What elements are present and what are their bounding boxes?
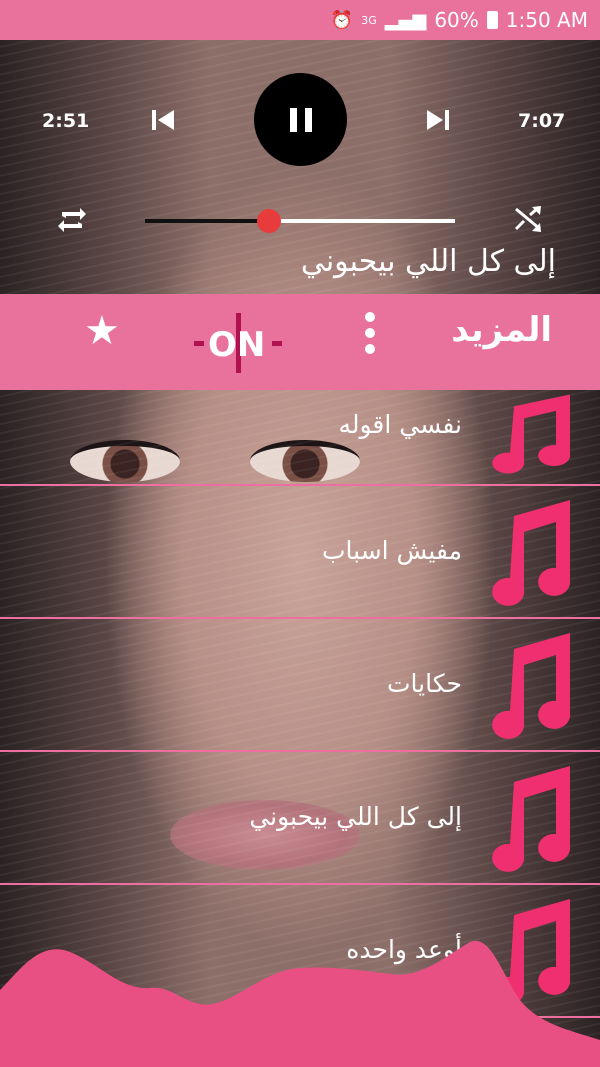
music-note-icon [492, 394, 571, 474]
network-type: 3G [361, 13, 377, 27]
song-row[interactable]: إلى كل اللي بيحبوني [0, 752, 600, 885]
battery-percent: 60% [434, 8, 479, 32]
seek-bar[interactable] [145, 209, 455, 233]
favorite-button[interactable]: ★ [84, 308, 120, 354]
battery-icon [486, 11, 498, 29]
skip-next-icon [427, 110, 449, 130]
shuffle-icon [514, 206, 541, 232]
music-note-icon [492, 500, 571, 606]
elapsed-time: 2:51 [42, 110, 90, 132]
song-title: مفيش اسباب [322, 536, 462, 565]
status-bar: ⏰ 3G ▂▄▆ 60% 1:50 AM [0, 0, 600, 40]
more-button[interactable]: المزيد [451, 310, 552, 350]
previous-button[interactable] [150, 108, 176, 136]
menu-button[interactable] [362, 312, 378, 354]
alarm-icon: ⏰ [330, 9, 354, 31]
music-note-icon [492, 766, 571, 872]
seek-handle[interactable] [257, 209, 281, 233]
audio-wave-decoration [0, 940, 600, 1067]
star-icon: ★ [84, 308, 120, 354]
status-time: 1:50 AM [505, 8, 588, 32]
on-logo: ON [194, 313, 282, 373]
pause-icon [289, 107, 312, 132]
shuffle-button[interactable] [512, 203, 544, 241]
repeat-icon [58, 208, 86, 232]
repeat-button[interactable] [56, 204, 88, 242]
kebab-menu-icon [365, 312, 375, 322]
logo-text: ON [208, 325, 266, 365]
signal-icon: ▂▄▆ [384, 9, 427, 31]
skip-previous-icon [152, 110, 174, 130]
seek-progress [145, 219, 269, 223]
song-row[interactable]: حكايات [0, 619, 600, 752]
song-row[interactable]: نفسي اقوله [0, 390, 600, 486]
song-title: إلى كل اللي بيحبوني [249, 802, 462, 831]
total-duration: 7:07 [518, 110, 566, 132]
now-playing-title: إلى كل اللي بيحبوني [300, 244, 556, 279]
song-title: نفسي اقوله [338, 410, 462, 439]
song-title: حكايات [387, 669, 462, 698]
song-row[interactable]: مفيش اسباب [0, 486, 600, 619]
play-pause-button[interactable] [254, 73, 347, 166]
next-button[interactable] [425, 108, 451, 136]
music-note-icon [492, 633, 571, 739]
